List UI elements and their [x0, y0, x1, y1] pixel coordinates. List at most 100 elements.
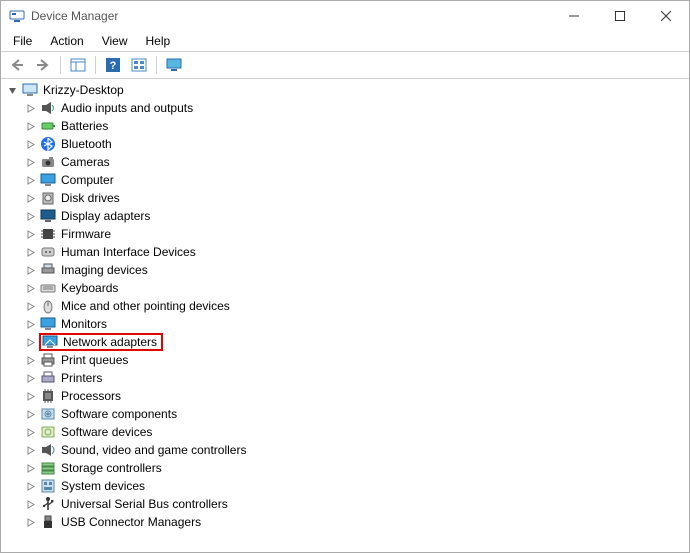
expand-icon[interactable] — [23, 281, 37, 295]
tree-item[interactable]: Bluetooth — [3, 135, 689, 153]
expand-icon[interactable] — [23, 119, 37, 133]
tree-item[interactable]: Disk drives — [3, 189, 689, 207]
minimize-button[interactable] — [551, 1, 597, 31]
tree-item[interactable]: Imaging devices — [3, 261, 689, 279]
expand-icon[interactable] — [23, 173, 37, 187]
usb-icon — [39, 496, 57, 512]
expand-icon[interactable] — [23, 515, 37, 529]
highlight-box: Network adapters — [39, 333, 163, 351]
battery-icon — [39, 118, 57, 134]
tree-item[interactable]: Software components — [3, 405, 689, 423]
toolbar-separator — [156, 56, 157, 74]
svg-text:?: ? — [110, 60, 117, 72]
expand-icon[interactable] — [23, 353, 37, 367]
speaker-icon — [39, 100, 57, 116]
printer2-icon — [39, 370, 57, 386]
menu-file[interactable]: File — [5, 32, 40, 50]
tree-item[interactable]: Mice and other pointing devices — [3, 297, 689, 315]
close-button[interactable] — [643, 1, 689, 31]
expand-icon[interactable] — [23, 227, 37, 241]
tree-item[interactable]: Network adapters — [3, 333, 689, 351]
tree-item[interactable]: Human Interface Devices — [3, 243, 689, 261]
software-icon — [39, 406, 57, 422]
hid-icon — [39, 244, 57, 260]
expand-icon[interactable] — [23, 137, 37, 151]
tree-item[interactable]: Printers — [3, 369, 689, 387]
show-monitor-button[interactable] — [162, 54, 186, 76]
tree-item[interactable]: Processors — [3, 387, 689, 405]
toolbar-separator — [60, 56, 61, 74]
tree-item-label: Print queues — [61, 353, 128, 367]
keyboard-icon — [39, 280, 57, 296]
disk-icon — [39, 190, 57, 206]
tree-item-label: Keyboards — [61, 281, 118, 295]
properties-button[interactable] — [66, 54, 90, 76]
monitor-icon — [39, 172, 57, 188]
chip-icon — [39, 226, 57, 242]
bluetooth-icon — [39, 136, 57, 152]
expand-icon[interactable] — [23, 479, 37, 493]
tree-item[interactable]: Monitors — [3, 315, 689, 333]
expand-icon[interactable] — [23, 191, 37, 205]
tree-item[interactable]: Software devices — [3, 423, 689, 441]
tree-item[interactable]: USB Connector Managers — [3, 513, 689, 531]
device-tree[interactable]: Krizzy-Desktop Audio inputs and outputs B… — [1, 79, 689, 552]
tree-item[interactable]: Print queues — [3, 351, 689, 369]
tree-item[interactable]: Audio inputs and outputs — [3, 99, 689, 117]
system-icon — [39, 478, 57, 494]
window-title: Device Manager — [31, 9, 118, 23]
tree-item-label: Storage controllers — [61, 461, 162, 475]
back-button[interactable] — [5, 54, 29, 76]
forward-button[interactable] — [31, 54, 55, 76]
tree-item[interactable]: System devices — [3, 477, 689, 495]
maximize-button[interactable] — [597, 1, 643, 31]
expand-icon[interactable] — [23, 443, 37, 457]
tree-item[interactable]: Firmware — [3, 225, 689, 243]
tree-item[interactable]: Universal Serial Bus controllers — [3, 495, 689, 513]
tree-item-label: Software components — [61, 407, 177, 421]
expand-icon[interactable] — [23, 101, 37, 115]
expand-icon[interactable] — [23, 155, 37, 169]
expand-icon[interactable] — [23, 317, 37, 331]
tree-item-label: Batteries — [61, 119, 108, 133]
tree-root[interactable]: Krizzy-Desktop — [3, 81, 689, 99]
expand-icon[interactable] — [23, 389, 37, 403]
monitor2-icon — [39, 316, 57, 332]
expand-icon[interactable] — [23, 209, 37, 223]
expand-icon[interactable] — [23, 245, 37, 259]
tree-item-label: USB Connector Managers — [61, 515, 201, 529]
expand-icon[interactable] — [23, 425, 37, 439]
tree-item-label: Imaging devices — [61, 263, 148, 277]
mouse-icon — [39, 298, 57, 314]
tree-item[interactable]: Cameras — [3, 153, 689, 171]
expand-icon[interactable] — [23, 299, 37, 313]
tree-item[interactable]: Computer — [3, 171, 689, 189]
tree-item-label: Network adapters — [63, 335, 157, 349]
menu-view[interactable]: View — [94, 32, 136, 50]
expand-icon[interactable] — [23, 461, 37, 475]
expand-icon[interactable] — [23, 497, 37, 511]
expand-icon[interactable] — [23, 263, 37, 277]
tree-item-label: Audio inputs and outputs — [61, 101, 193, 115]
tree-item[interactable]: Batteries — [3, 117, 689, 135]
tree-item[interactable]: Display adapters — [3, 207, 689, 225]
storage-icon — [39, 460, 57, 476]
tree-item-label: Mice and other pointing devices — [61, 299, 230, 313]
tree-item[interactable]: Keyboards — [3, 279, 689, 297]
tree-item-label: Firmware — [61, 227, 111, 241]
help-button[interactable]: ? — [101, 54, 125, 76]
tree-item[interactable]: Storage controllers — [3, 459, 689, 477]
tree-item-label: Sound, video and game controllers — [61, 443, 246, 457]
view-options-button[interactable] — [127, 54, 151, 76]
menu-help[interactable]: Help — [138, 32, 179, 50]
tree-item-label: Monitors — [61, 317, 107, 331]
collapse-icon[interactable] — [5, 83, 19, 97]
root-label: Krizzy-Desktop — [43, 83, 124, 97]
scanner-icon — [39, 262, 57, 278]
expand-icon[interactable] — [23, 407, 37, 421]
expand-icon[interactable] — [23, 371, 37, 385]
app-icon — [9, 8, 25, 24]
menu-action[interactable]: Action — [42, 32, 91, 50]
expand-icon[interactable] — [23, 335, 37, 349]
tree-item[interactable]: Sound, video and game controllers — [3, 441, 689, 459]
